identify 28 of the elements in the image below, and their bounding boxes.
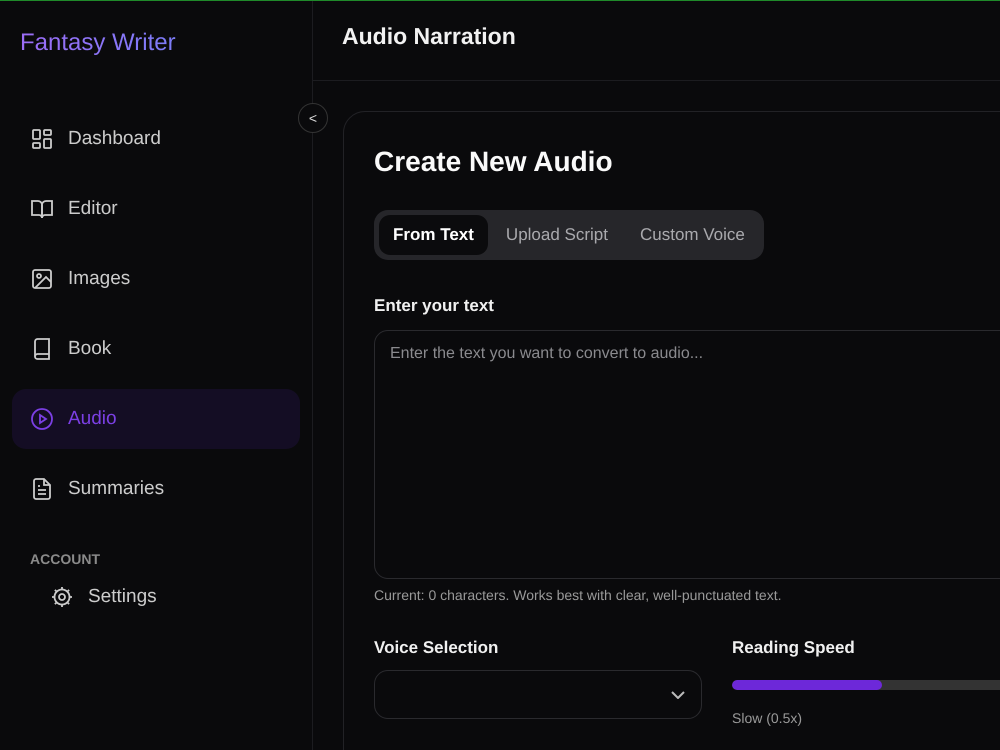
tab[interactable]: From Text [379,215,488,255]
settings-icon [50,585,74,609]
sidebar-item[interactable]: Settings [12,575,300,619]
text-input-field[interactable]: Enter the text you want to convert to audio... [374,330,1000,579]
sidebar-item[interactable]: Summaries [12,459,300,519]
voice-dropdown[interactable] [374,670,702,719]
section-heading: ACCOUNT [30,551,101,567]
speed-slider[interactable] [732,680,1000,690]
sidebar-item[interactable]: Editor [12,179,300,239]
tab[interactable]: Upload Script [492,215,622,255]
sidebar-item[interactable]: Book [12,319,300,379]
helper-text: Current: 0 characters. Works best with clear, well-punctuated text. [374,587,782,603]
collapse-button[interactable]: < [298,103,328,133]
sidebar-item[interactable]: Dashboard [12,109,300,169]
slider-min-label: Slow (0.5x) [732,710,804,726]
field-label: Voice Selection [374,638,500,658]
field-label: Reading Speed [732,638,856,658]
card-title: Create New Audio [374,146,614,178]
page-title: Audio Narration [342,23,516,50]
grid-icon [30,127,54,151]
field-label: Enter your text [374,296,495,316]
document-icon [30,477,54,501]
image-icon [30,267,54,291]
chevron-down-icon [671,690,685,698]
play-icon [30,407,54,431]
sidebar-item[interactable]: Images [12,249,300,309]
open-book-icon [30,197,54,221]
tab[interactable]: Custom Voice [626,215,759,255]
